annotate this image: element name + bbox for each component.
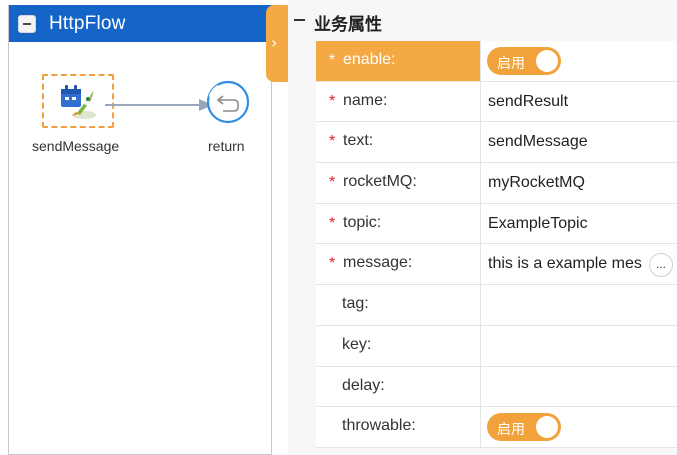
property-label-cell: * text:: [316, 122, 481, 163]
property-label-cell: * enable:: [316, 41, 481, 81]
required-marker: *: [329, 92, 336, 110]
property-value-cell[interactable]: this is a example mes ...: [481, 244, 677, 285]
property-row-name[interactable]: * name: sendResult: [316, 81, 677, 123]
property-value-cell[interactable]: sendMessage: [481, 122, 677, 163]
property-row-tag[interactable]: tag:: [316, 285, 677, 326]
message-value[interactable]: this is a example mes: [488, 255, 646, 273]
required-marker: *: [329, 52, 336, 69]
property-row-message[interactable]: * message: this is a example mes ...: [316, 244, 677, 286]
property-label-cell: throwable:: [316, 407, 481, 447]
property-label: name:: [343, 91, 388, 109]
section-title: 业务属性: [314, 15, 382, 34]
property-label-cell: tag:: [316, 285, 481, 325]
properties-panel: 业务属性 * enable: 启用 * name: sendResult * t…: [288, 0, 677, 455]
send-message-node[interactable]: [42, 74, 114, 128]
property-value-cell[interactable]: [481, 366, 677, 407]
property-label: delay:: [342, 376, 385, 394]
toggle-knob: [536, 50, 558, 72]
required-marker: *: [329, 214, 336, 232]
property-value-cell[interactable]: myRocketMQ: [481, 163, 677, 203]
toggle-label: 启用: [497, 421, 525, 438]
rocket-calendar-icon: [61, 85, 96, 119]
property-value-cell: 启用: [481, 407, 677, 447]
property-label-cell: * topic:: [316, 203, 481, 244]
property-label-cell: * message:: [316, 244, 481, 285]
required-marker: *: [329, 174, 336, 192]
name-value[interactable]: sendResult: [488, 93, 646, 111]
property-label: message:: [343, 254, 413, 272]
topic-value[interactable]: ExampleTopic: [488, 215, 646, 233]
property-label: throwable:: [342, 417, 416, 435]
property-label-cell: key:: [316, 325, 481, 366]
toggle-label: 启用: [497, 55, 525, 71]
property-value-cell[interactable]: sendResult: [481, 81, 677, 122]
property-label: rocketMQ:: [343, 173, 417, 191]
property-row-key[interactable]: key:: [316, 325, 677, 367]
property-row-rocketmq[interactable]: * rocketMQ: myRocketMQ: [316, 163, 677, 204]
property-label-cell: * rocketMQ:: [316, 163, 481, 203]
section-header[interactable]: 业务属性: [288, 0, 677, 41]
property-label: text:: [343, 132, 374, 150]
return-node-label: return: [208, 138, 245, 154]
flow-title: HttpFlow: [49, 13, 126, 34]
property-row-text[interactable]: * text: sendMessage: [316, 122, 677, 164]
property-value-cell[interactable]: ExampleTopic: [481, 203, 677, 244]
throwable-toggle[interactable]: 启用: [487, 413, 561, 442]
property-row-throwable[interactable]: throwable: 启用: [316, 407, 677, 448]
property-row-enable[interactable]: * enable: 启用: [316, 41, 677, 82]
more-options-button[interactable]: ...: [649, 253, 673, 278]
flow-connector-arrow: [105, 99, 213, 111]
property-value-cell: 启用: [481, 41, 677, 81]
collapse-icon[interactable]: [18, 15, 36, 33]
property-label: tag:: [342, 295, 369, 313]
flow-canvas-panel: HttpFlow sendMessage return: [8, 5, 273, 455]
property-row-topic[interactable]: * topic: ExampleTopic: [316, 203, 677, 245]
flow-header: HttpFlow: [9, 5, 273, 42]
toggle-knob: [536, 416, 558, 439]
property-value-cell[interactable]: [481, 285, 677, 325]
property-label-cell: delay:: [316, 366, 481, 407]
panel-toggle-button[interactable]: ›: [266, 5, 288, 82]
property-label: topic:: [343, 213, 382, 231]
collapse-section-icon[interactable]: [294, 19, 305, 21]
property-value-cell[interactable]: [481, 325, 677, 366]
required-marker: *: [329, 255, 336, 273]
return-icon[interactable]: [205, 79, 251, 125]
rocketmq-value[interactable]: myRocketMQ: [488, 174, 646, 192]
required-marker: *: [329, 133, 336, 151]
property-label-cell: * name:: [316, 81, 481, 122]
enable-toggle[interactable]: 启用: [487, 47, 561, 75]
chevron-right-icon: ›: [271, 33, 278, 52]
send-message-node-label: sendMessage: [32, 138, 120, 154]
property-row-delay[interactable]: delay:: [316, 366, 677, 408]
text-value[interactable]: sendMessage: [488, 133, 646, 151]
property-label: key:: [342, 335, 372, 353]
properties-table: * enable: 启用 * name: sendResult * text: …: [316, 41, 677, 448]
property-label: enable:: [343, 51, 396, 68]
